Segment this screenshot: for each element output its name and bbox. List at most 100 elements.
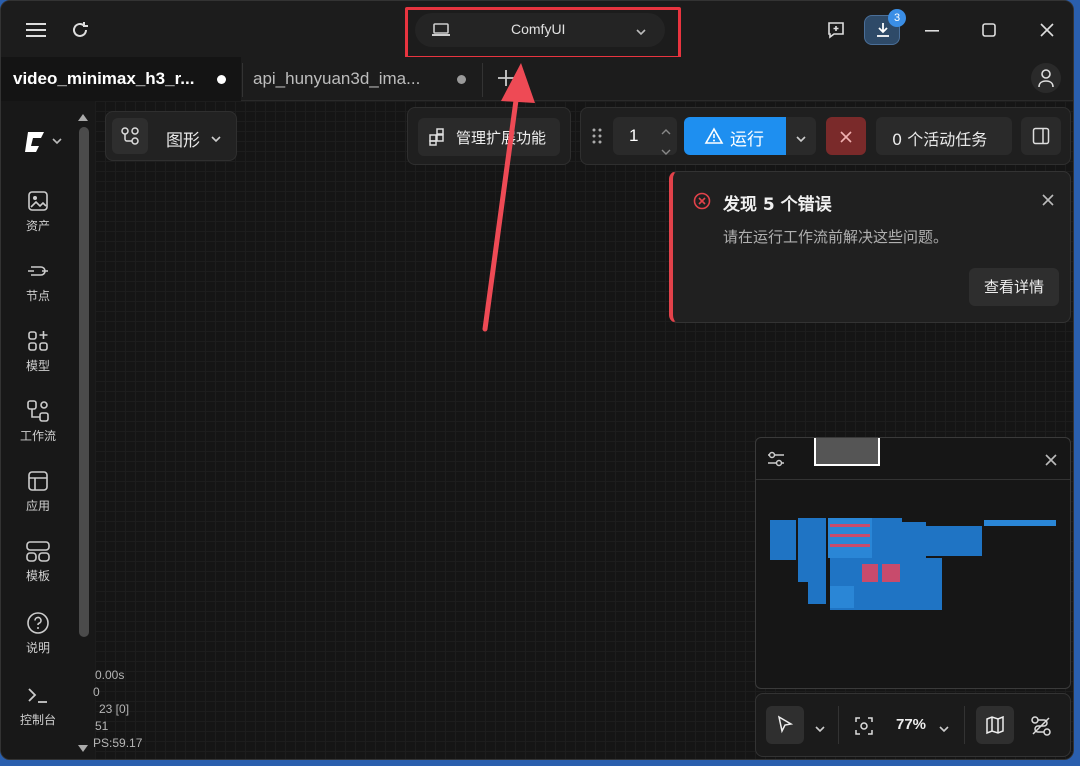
chevron-down-icon <box>795 130 807 149</box>
new-tab-plus-icon[interactable] <box>493 65 519 91</box>
stepper-up-icon[interactable] <box>661 121 671 140</box>
chevron-down-icon <box>635 23 647 42</box>
user-avatar-button[interactable] <box>1031 63 1061 93</box>
close-icon <box>839 129 853 148</box>
minimap-node <box>872 518 902 558</box>
close-icon[interactable] <box>1044 452 1058 471</box>
workspace-select[interactable]: ComfyUI <box>415 13 665 47</box>
minimap-node <box>830 524 870 527</box>
run-options-dropdown[interactable] <box>786 117 816 155</box>
queue-count-stepper[interactable]: 1 <box>613 117 677 155</box>
user-icon <box>1037 68 1055 92</box>
active-tasks-button[interactable]: 0 个活动任务 <box>876 117 1012 155</box>
unsaved-dot-icon <box>217 74 226 84</box>
minimap-node <box>830 544 870 547</box>
warning-icon <box>704 127 724 150</box>
sidebar-item-label: 模板 <box>25 569 50 583</box>
stepper-down-icon[interactable] <box>661 141 671 160</box>
sidebar-item-workflows[interactable]: 工作流 <box>9 397 67 444</box>
tab-bar: video_minimax_h3_r... api_hunyuan3d_ima.… <box>1 57 1073 101</box>
chevron-down-icon[interactable] <box>814 720 826 739</box>
settings-sliders-icon[interactable] <box>766 450 786 472</box>
toolbar-divider <box>964 706 965 744</box>
graph-mode-button[interactable] <box>112 118 148 154</box>
maximize-icon[interactable] <box>976 17 1002 43</box>
stat-line: 0 <box>93 685 100 699</box>
pointer-icon <box>776 715 794 739</box>
view-details-button[interactable]: 查看详情 <box>969 268 1059 306</box>
chevron-down-icon[interactable] <box>938 720 950 739</box>
toggle-panel-button[interactable] <box>1021 117 1061 155</box>
close-icon[interactable] <box>1041 192 1055 211</box>
workspace-select-label: ComfyUI <box>511 21 566 37</box>
run-button-label: 运行 <box>730 130 764 150</box>
sidebar-item-nodes[interactable]: 节点 <box>9 257 67 304</box>
manage-extensions-button[interactable]: 管理扩展功能 <box>418 118 560 156</box>
laptop-icon <box>431 22 451 42</box>
tab-label: api_hunyuan3d_ima... <box>253 69 421 88</box>
image-icon <box>9 187 67 215</box>
menu-icon[interactable] <box>23 17 49 43</box>
hide-links-icon[interactable] <box>1030 715 1052 741</box>
minimap-node <box>830 534 870 537</box>
tab-workflow-1[interactable]: video_minimax_h3_r... <box>1 57 241 101</box>
zoom-level[interactable]: 77% <box>896 716 926 733</box>
perf-stats: 0.00s 0 23 [0] 51 PS:59.17 <box>93 667 142 752</box>
sidebar-item-models[interactable]: 模型 <box>9 327 67 374</box>
graph-mode-label: 图形 <box>166 131 200 151</box>
fit-view-icon[interactable] <box>854 716 874 740</box>
map-icon <box>985 715 1005 739</box>
minimap-node <box>862 564 878 582</box>
sidebar-item-label: 节点 <box>25 289 50 303</box>
sidebar-item-console[interactable]: 控制台 <box>9 681 67 728</box>
minimap-viewport[interactable] <box>814 438 880 466</box>
minimap-header <box>756 438 1070 480</box>
minimap-node <box>882 564 900 582</box>
error-circle-icon <box>693 192 711 214</box>
canvas-bottom-toolbar: 77% <box>755 693 1071 757</box>
close-icon[interactable] <box>1034 17 1060 43</box>
feedback-icon[interactable] <box>823 17 849 43</box>
console-icon <box>9 681 67 709</box>
download-icon <box>874 21 892 43</box>
stat-line: PS:59.17 <box>93 736 143 750</box>
sidebar-item-apps[interactable]: 应用 <box>9 467 67 514</box>
stat-line: 23 [0] <box>99 702 130 716</box>
app-icon <box>9 467 67 495</box>
sidebar-item-label: 模型 <box>25 359 50 373</box>
side-panel-icon <box>1032 127 1050 149</box>
error-toast: 发现 5 个错误 请在运行工作流前解决这些问题。 查看详情 <box>669 171 1071 323</box>
unsaved-dot-icon <box>457 74 466 84</box>
stop-button[interactable] <box>826 117 866 155</box>
stat-line: 51 <box>95 719 109 733</box>
tab-label: video_minimax_h3_r... <box>13 69 195 88</box>
sidebar-item-label: 资产 <box>25 219 50 233</box>
sidebar-item-templates[interactable]: 模板 <box>9 537 67 584</box>
minimap-node <box>808 574 826 604</box>
refresh-icon[interactable] <box>67 17 93 43</box>
workflow-graph-icon <box>120 126 140 150</box>
minimap-node <box>902 522 926 558</box>
download-badge: 3 <box>888 9 906 27</box>
comfy-logo-icon[interactable] <box>23 129 63 159</box>
graph-mode-selector[interactable]: 图形 <box>105 111 237 161</box>
minimap-node <box>798 518 826 582</box>
select-tool-button[interactable] <box>766 706 804 744</box>
sidebar-item-assets[interactable]: 资产 <box>9 187 67 234</box>
toggle-minimap-button[interactable] <box>976 706 1014 744</box>
sidebar-item-label: 控制台 <box>19 713 56 727</box>
scrollbar-thumb[interactable] <box>79 127 89 637</box>
toolbar-divider <box>838 706 839 744</box>
sidebar-item-help[interactable]: 说明 <box>9 609 67 656</box>
sidebar-item-label: 工作流 <box>19 429 56 443</box>
drag-handle-icon[interactable] <box>591 127 603 149</box>
extensions-icon <box>428 128 446 150</box>
tab-divider <box>482 63 483 97</box>
minimap[interactable] <box>755 437 1071 689</box>
run-button[interactable]: 运行 <box>684 117 786 155</box>
workflow-icon <box>9 397 67 425</box>
tab-workflow-2[interactable]: api_hunyuan3d_ima... <box>243 57 481 101</box>
title-bar: ComfyUI 3 <box>1 1 1073 59</box>
minimize-icon[interactable] <box>919 17 945 43</box>
stat-line: 0.00s <box>95 668 125 682</box>
